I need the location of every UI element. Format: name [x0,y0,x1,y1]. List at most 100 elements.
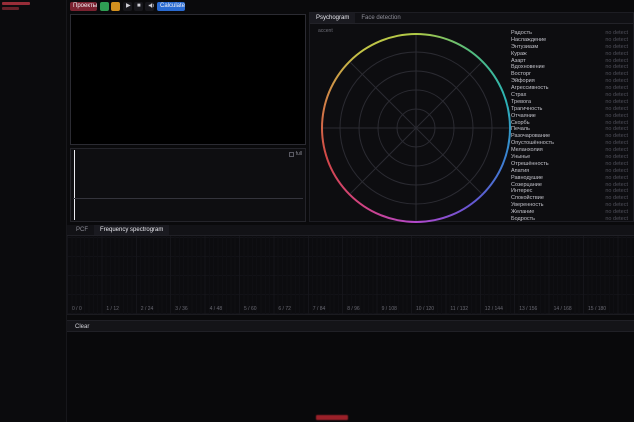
psychogram-panel: Psychogram Face detection accent [309,12,634,222]
stop-icon[interactable]: ■ [134,2,143,11]
projects-button[interactable]: Проекты [70,2,97,11]
emotion-value: no detect [605,209,628,216]
emotion-label: Меланхолия [511,147,543,154]
waveform-zero-line [73,198,303,199]
emotion-label: Желание [511,209,534,216]
app-window: Проекты ▶ ■ Calculate full Psychogram Fa… [0,0,634,422]
emotion-row: Страхno detect [511,92,628,99]
emotion-value: no detect [605,92,628,99]
emotion-label: Тревога [511,99,531,106]
emotion-row: Энтузиазмno detect [511,44,628,51]
project-sidebar[interactable] [0,0,67,422]
emotion-value: no detect [605,99,628,106]
tab-frequency-spectrogram[interactable]: Frequency spectrogram [94,225,169,235]
emotion-value: no detect [605,161,628,168]
emotion-row: Эйфория no detect [511,78,628,85]
emotion-row: Меланхолия no detect [511,147,628,154]
tab-face-detection[interactable]: Face detection [355,13,406,23]
emotion-value: no detect [605,147,628,154]
emotion-label: Унынье [511,154,530,161]
axis-tick-label: 6 / 72 [278,306,291,312]
sidebar-red-marker [2,2,30,5]
axis-tick-label: 15 / 180 [588,306,606,312]
axis-tick-label: 8 / 96 [347,306,360,312]
emotion-label: Разочарование [511,133,550,140]
calculate-button[interactable]: Calculate [157,2,185,11]
axis-tick-label: 9 / 108 [382,306,397,312]
tab-psychogram[interactable]: Psychogram [310,13,355,23]
emotion-value: no detect [605,188,628,195]
emotion-label: Спокойствие [511,195,544,202]
emotion-row: Уверенностьno detect [511,202,628,209]
emotion-row: Спокойствиеno detect [511,195,628,202]
emotion-value: no detect [605,30,628,37]
emotion-value: no detect [605,85,628,92]
axis-tick-label: 13 / 156 [519,306,537,312]
bottom-red-artifact [316,415,348,420]
emotion-value: no detect [605,71,628,78]
playhead-marker[interactable] [74,150,75,220]
emotion-value: no detect [605,175,628,182]
spectrogram-tab-bar: PCF Frequency spectrogram [67,225,634,236]
emotion-label: Энтузиазм [511,44,538,51]
emotion-value: no detect [605,216,628,223]
tab-pcf[interactable]: PCF [70,225,94,235]
emotion-label: Апатия [511,168,529,175]
emotion-row: Бодрость no detect [511,216,628,223]
emotion-value: no detect [605,154,628,161]
axis-tick-label: 2 / 24 [141,306,154,312]
emotion-label: Радость [511,30,532,37]
emotion-row: Вдохновениеno detect [511,64,628,71]
emotion-label: Азарт [511,58,526,65]
psychogram-tab-bar: Psychogram Face detection [310,13,633,24]
axis-tick-label: 10 / 120 [416,306,434,312]
emotion-label: Скорбь [511,120,530,127]
emotion-row: Желание no detect [511,209,628,216]
volume-icon[interactable] [145,2,154,11]
emotion-label: Трагичность [511,106,542,113]
emotion-value: no detect [605,78,628,85]
emotion-label: Печаль [511,126,530,133]
emotion-row: Созерцание no detect [511,182,628,189]
emotion-label: Эйфория [511,78,535,85]
emotion-row: Отчаяниеno detect [511,113,628,120]
emotion-label: Кураж [511,51,527,58]
clear-button[interactable]: Clear [67,320,634,332]
emotion-value: no detect [605,64,628,71]
axis-tick-label: 3 / 36 [175,306,188,312]
emotion-row: Наслаждение no detect [511,37,628,44]
emotion-row: Апатияno detect [511,168,628,175]
frequency-spectrogram-panel: 0 / 01 / 122 / 243 / 364 / 485 / 606 / 7… [67,236,634,315]
emotion-label: Агрессивность [511,85,549,92]
emotion-row: Опустошённостьno detect [511,140,628,147]
emotion-label: Бодрость [511,216,535,223]
emotion-row: Скорбьno detect [511,120,628,127]
checkbox-icon [289,152,294,157]
emotion-row: Агрессивность no detect [511,85,628,92]
emotion-label: Уверенность [511,202,544,209]
full-checkbox-label: full [296,151,302,157]
emotion-value: no detect [605,37,628,44]
emotion-value: no detect [605,106,628,113]
emotion-label: Наслаждение [511,37,546,44]
sidebar-red-marker [2,7,19,10]
emotion-label: Отрешённость [511,161,549,168]
emotion-label: Созерцание [511,182,542,189]
axis-tick-label: 11 / 132 [450,306,468,312]
waveform-panel: full [70,148,306,222]
axis-tick-label: 7 / 84 [313,306,326,312]
play-icon[interactable]: ▶ [123,2,132,11]
emotion-value: no detect [605,51,628,58]
full-checkbox[interactable]: full [289,151,302,157]
emotion-row: Отрешённость no detect [511,161,628,168]
emotion-value: no detect [605,126,628,133]
axis-tick-label: 0 / 0 [72,306,82,312]
axis-tick-label: 1 / 12 [106,306,119,312]
add-button[interactable] [100,2,109,11]
open-button[interactable] [111,2,120,11]
emotion-row: Равнодушиеno detect [511,175,628,182]
emotion-row: Печаль no detect [511,126,628,133]
emotion-value: no detect [605,182,628,189]
emotion-list: Радостьno detectНаслаждениеno detectЭнту… [511,30,628,219]
axis-tick-label: 12 / 144 [485,306,503,312]
